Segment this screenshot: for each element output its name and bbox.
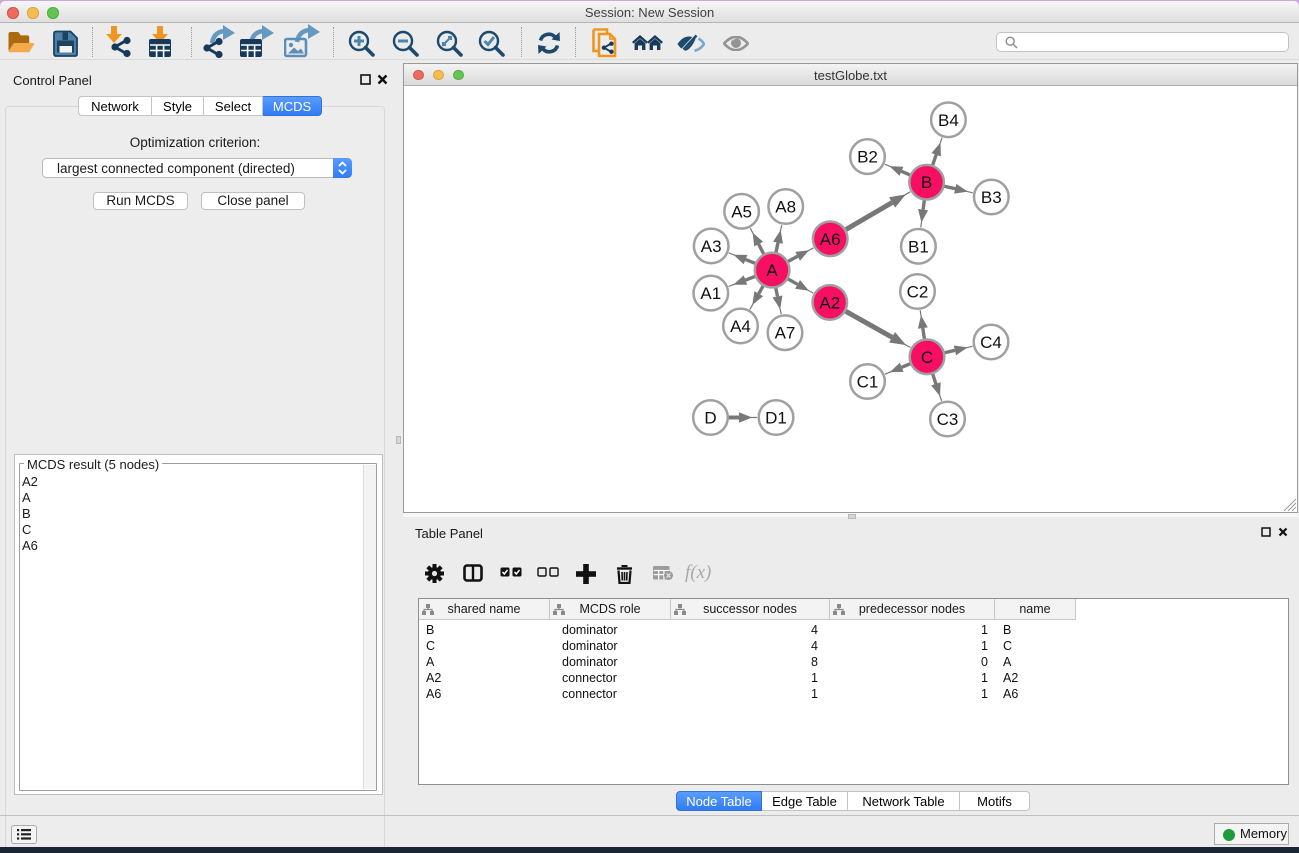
svg-text:C3: C3 bbox=[937, 410, 959, 429]
svg-text:A4: A4 bbox=[730, 317, 751, 336]
svg-text:D1: D1 bbox=[765, 409, 787, 428]
svg-text:B3: B3 bbox=[981, 188, 1002, 207]
svg-text:A5: A5 bbox=[731, 202, 752, 221]
svg-text:B4: B4 bbox=[938, 111, 959, 130]
svg-text:C1: C1 bbox=[857, 373, 879, 392]
svg-text:C4: C4 bbox=[980, 333, 1002, 352]
svg-text:C2: C2 bbox=[907, 283, 929, 302]
svg-text:A7: A7 bbox=[775, 324, 796, 343]
svg-text:B2: B2 bbox=[857, 148, 878, 167]
svg-text:C: C bbox=[921, 348, 933, 367]
svg-text:D: D bbox=[704, 409, 716, 428]
svg-text:A8: A8 bbox=[775, 198, 796, 217]
svg-text:B: B bbox=[921, 173, 932, 192]
svg-text:B1: B1 bbox=[908, 237, 929, 256]
svg-text:A1: A1 bbox=[700, 284, 721, 303]
svg-text:A3: A3 bbox=[701, 237, 722, 256]
svg-text:A: A bbox=[766, 261, 778, 280]
svg-text:A2: A2 bbox=[819, 293, 840, 312]
svg-text:A6: A6 bbox=[820, 230, 841, 249]
